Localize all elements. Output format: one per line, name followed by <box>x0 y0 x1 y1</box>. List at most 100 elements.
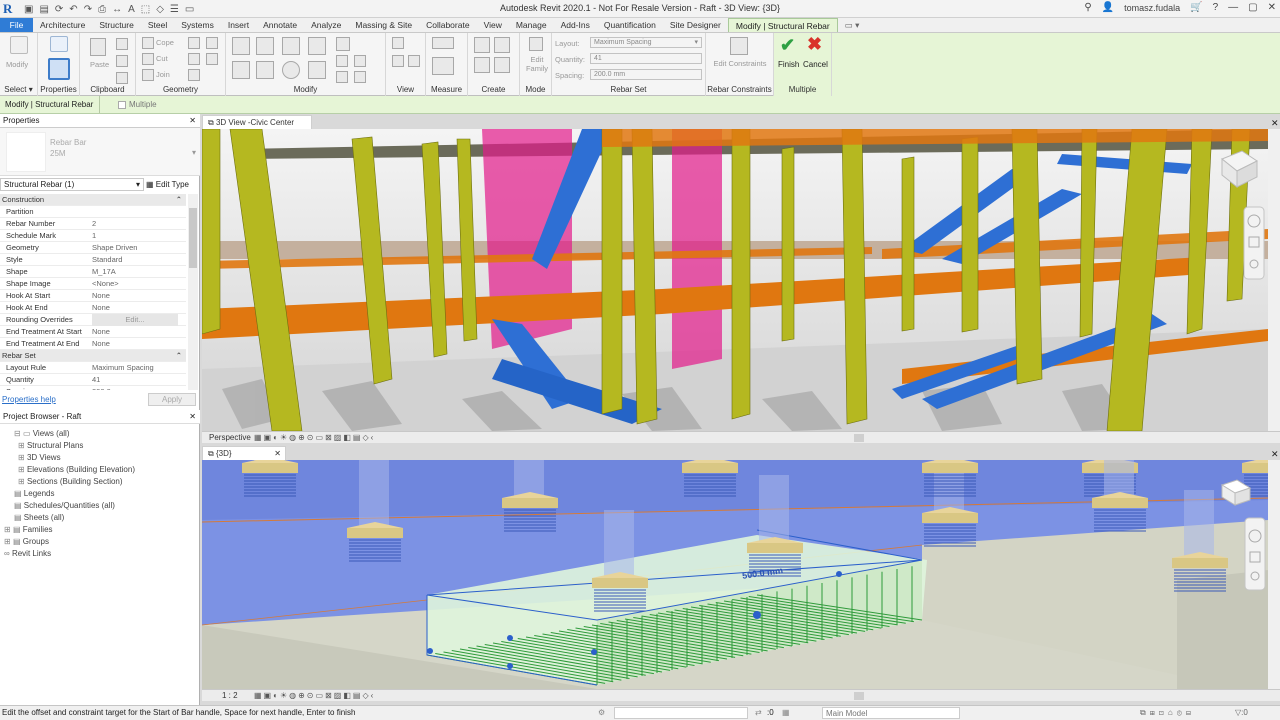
bottom-hscroll-thumb[interactable] <box>854 692 864 700</box>
tab-insert[interactable]: Insert <box>221 18 256 32</box>
collapse-icon[interactable]: ⌃ <box>176 350 182 362</box>
property-value[interactable]: None <box>92 326 110 338</box>
create-group-icon[interactable] <box>474 57 490 73</box>
create-assembly-icon[interactable] <box>474 37 490 53</box>
edit-type-button[interactable]: ▦ Edit Type <box>146 178 196 191</box>
tab-annotate[interactable]: Annotate <box>256 18 304 32</box>
expand-icon[interactable]: ⊞ <box>18 441 27 450</box>
cart-icon[interactable]: 🛒 <box>1190 2 1202 13</box>
search-icon[interactable]: ⚲ <box>1084 2 1091 13</box>
tab-structure[interactable]: Structure <box>92 18 141 32</box>
spacing-input[interactable]: 200.0 mm <box>590 69 702 80</box>
select-panel-label[interactable]: Select ▾ <box>0 85 37 94</box>
bottom-view-tab[interactable]: ⧉ {3D} ✕ <box>202 446 286 460</box>
expand-icon[interactable]: ⊞ <box>4 525 13 534</box>
property-value[interactable]: M_17A <box>92 266 116 278</box>
quantity-input[interactable]: 41 <box>590 53 702 64</box>
minimize-icon[interactable]: — <box>1228 2 1238 13</box>
finish-button[interactable]: Finish <box>778 60 799 69</box>
align-icon[interactable] <box>232 37 250 55</box>
bottom-tab-close-icon[interactable]: ✕ <box>274 447 281 461</box>
editing-requests-icon[interactable]: ⇄ <box>755 706 762 720</box>
measure-between-icon[interactable] <box>432 37 454 49</box>
bottom-view-close-icon[interactable]: ✕ <box>1271 449 1279 460</box>
close-browser-icon[interactable]: ✕ <box>189 410 196 424</box>
property-row[interactable]: Style Standard <box>0 254 186 266</box>
close-icon[interactable]: ✕ <box>1268 2 1276 13</box>
property-value[interactable]: None <box>92 290 110 302</box>
finish-check-icon[interactable]: ✔ <box>780 35 795 56</box>
browser-item-sections-building-section[interactable]: ⊞ Sections (Building Section) <box>18 477 123 486</box>
modify-cursor-icon[interactable] <box>10 36 28 54</box>
tab-massing-site[interactable]: Massing & Site <box>348 18 419 32</box>
expand-icon[interactable]: ⊞ <box>4 537 13 546</box>
top-view-close-icon[interactable]: ✕ <box>1271 118 1279 129</box>
property-value[interactable]: 2 <box>92 218 96 230</box>
top-view-vscroll[interactable] <box>1268 129 1280 431</box>
cut-icon[interactable] <box>116 38 128 50</box>
design-options-icon[interactable]: ▦ <box>782 706 790 720</box>
property-row[interactable]: Rounding Overrides Edit... <box>0 314 186 326</box>
property-value[interactable]: None <box>92 302 110 314</box>
hide-icon[interactable] <box>392 37 404 49</box>
property-row[interactable]: Hook At Start None <box>0 290 186 302</box>
browser-item-groups[interactable]: ⊞ ▤ Groups <box>4 537 49 546</box>
selection-filter-icons[interactable]: ⧉⊞⊡⌂⊚⊟ <box>1140 706 1195 720</box>
properties-help-link[interactable]: Properties help <box>2 395 56 404</box>
property-value[interactable]: <None> <box>92 278 119 290</box>
remove-paint-icon[interactable] <box>188 69 200 81</box>
scale-icon[interactable] <box>354 55 366 67</box>
instance-filter[interactable]: Structural Rebar (1) ▾ <box>0 178 144 191</box>
join-icon[interactable] <box>142 69 154 81</box>
bottom-view-vscroll[interactable] <box>1268 460 1280 689</box>
property-row[interactable]: Layout Rule Maximum Spacing <box>0 362 186 374</box>
pin-icon[interactable] <box>336 71 348 83</box>
property-row[interactable]: Partition <box>0 206 186 218</box>
copy-icon[interactable] <box>116 55 128 67</box>
property-group-header[interactable]: Construction ⌃ <box>0 194 186 206</box>
dimension-icon[interactable] <box>432 57 454 75</box>
contextual-dropdown-icon[interactable]: ▭ ▾ <box>838 18 867 32</box>
demolish-icon[interactable] <box>206 53 218 65</box>
property-row[interactable]: Quantity 41 <box>0 374 186 386</box>
top-view-tab[interactable]: ⧉ 3D View -Civic Center <box>202 115 312 129</box>
properties-toggle-icon[interactable] <box>48 58 70 80</box>
expand-icon[interactable]: ⊞ <box>18 453 27 462</box>
filter-icon[interactable]: ▽:0 <box>1235 706 1248 720</box>
cancel-button[interactable]: Cancel <box>803 60 828 69</box>
apply-button[interactable]: Apply <box>148 393 196 406</box>
worksharing-icon[interactable]: ⚙ <box>598 706 605 720</box>
tab-collaborate[interactable]: Collaborate <box>419 18 476 32</box>
tab-systems[interactable]: Systems <box>174 18 221 32</box>
property-row[interactable]: Shape Image <None> <box>0 278 186 290</box>
layout-select[interactable]: Maximum Spacing ▾ <box>590 37 702 48</box>
properties-scroll-thumb[interactable] <box>189 208 197 268</box>
workset-select[interactable] <box>614 707 748 719</box>
property-row[interactable]: Schedule Mark 1 <box>0 230 186 242</box>
properties-scrollbar[interactable] <box>188 194 198 390</box>
browser-item-views-all[interactable]: ⊟ ▭ Views (all) <box>14 429 69 438</box>
tab-add-ins[interactable]: Add-Ins <box>554 18 597 32</box>
halftone-icon[interactable] <box>408 55 420 67</box>
edit-family-icon[interactable] <box>529 37 543 51</box>
split-icon[interactable] <box>336 37 350 51</box>
expand-icon[interactable]: ⊟ <box>14 429 23 438</box>
property-row[interactable]: Spacing 200.0 mm <box>0 386 186 390</box>
user-icon[interactable]: 👤 <box>1102 2 1114 13</box>
array-icon[interactable] <box>336 55 348 67</box>
mirror-axis-icon[interactable] <box>282 37 300 55</box>
user-name[interactable]: tomasz.fudala <box>1124 3 1180 13</box>
browser-item-3d-views[interactable]: ⊞ 3D Views <box>18 453 61 462</box>
maximize-icon[interactable]: ▢ <box>1248 2 1257 13</box>
mirror-draw-icon[interactable] <box>308 37 326 55</box>
property-value[interactable]: 1 <box>92 230 96 242</box>
tab-analyze[interactable]: Analyze <box>304 18 348 32</box>
close-properties-icon[interactable]: ✕ <box>189 114 196 128</box>
property-row[interactable]: Shape M_17A <box>0 266 186 278</box>
type-dropdown-icon[interactable]: ▾ <box>192 148 196 157</box>
browser-item-schedules-quantities-all[interactable]: ▤ Schedules/Quantities (all) <box>14 501 115 510</box>
property-row[interactable]: End Treatment At Start None <box>0 326 186 338</box>
design-option-select[interactable]: Main Model <box>822 707 960 719</box>
rotate-icon[interactable] <box>282 61 300 79</box>
view-scale[interactable]: 1 : 2 <box>222 690 238 702</box>
